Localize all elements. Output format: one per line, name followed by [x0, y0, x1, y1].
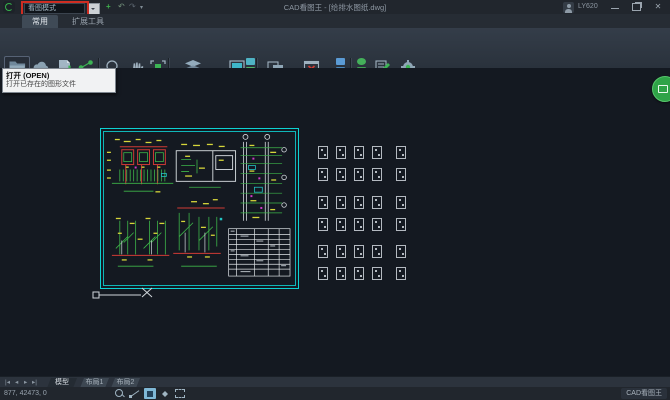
block-symbol	[336, 267, 346, 280]
block-symbol	[372, 218, 382, 231]
title-bar: 看图模式 + ↶ ↷ ▾ CAD看图王 - [给排水图纸.dwg] LY620 …	[0, 0, 670, 15]
block-symbol	[318, 168, 328, 181]
block-symbol	[396, 146, 406, 159]
tooltip-description: 打开已存在的图形文件	[6, 80, 112, 89]
cad-drawing	[102, 130, 291, 281]
cursor-coordinates: 877, 42473, 0	[4, 390, 47, 397]
block-symbol-grid	[318, 146, 410, 282]
user-avatar-icon[interactable]	[563, 2, 574, 13]
minimize-button[interactable]	[606, 0, 624, 14]
app-name-badge[interactable]: CAD看图王	[621, 388, 667, 399]
window-mini-icon[interactable]	[336, 58, 345, 65]
block-symbol	[336, 218, 346, 231]
ucs-axis-icon	[92, 284, 156, 302]
plus-icon[interactable]: +	[106, 2, 111, 12]
block-symbol	[354, 267, 364, 280]
block-symbol	[318, 196, 328, 209]
block-symbol	[354, 218, 364, 231]
drawing-canvas[interactable]	[0, 68, 670, 376]
block-symbol	[372, 146, 382, 159]
zoom-window-icon[interactable]	[114, 388, 126, 399]
tooltip-title: 打开 (OPEN)	[6, 71, 112, 80]
cad-viewer-window: 看图模式 + ↶ ↷ ▾ CAD看图王 - [给排水图纸.dwg] LY620 …	[0, 0, 670, 400]
floating-promo-button[interactable]	[652, 76, 670, 102]
block-symbol	[336, 196, 346, 209]
block-symbol	[318, 146, 328, 159]
zoom-extent-icon[interactable]	[174, 388, 186, 399]
block-symbol	[372, 196, 382, 209]
measure-icon[interactable]	[129, 388, 141, 399]
block-symbol	[354, 168, 364, 181]
block-symbol	[318, 267, 328, 280]
tab-extended-tools[interactable]: 扩展工具	[62, 15, 114, 28]
close-button[interactable]: ✕	[649, 0, 667, 14]
block-symbol	[318, 218, 328, 231]
ribbon-toolbar: 打开 云图 新建 分享 文件 缩放	[0, 28, 670, 69]
view-mode-dropdown[interactable]: 看图模式	[24, 3, 85, 14]
block-symbol	[336, 168, 346, 181]
block-symbol	[396, 196, 406, 209]
pan-icon[interactable]	[159, 388, 171, 399]
app-logo-icon[interactable]	[3, 1, 15, 13]
block-symbol	[372, 245, 382, 258]
block-symbol	[396, 218, 406, 231]
tab-common[interactable]: 常用	[22, 15, 58, 28]
drawing-viewport[interactable]	[100, 128, 299, 289]
block-symbol	[396, 267, 406, 280]
user-name[interactable]: LY620	[578, 3, 598, 10]
redo-icon[interactable]: ↷	[129, 2, 136, 12]
selection-icon[interactable]	[144, 388, 156, 399]
layer-mini-icon[interactable]	[246, 58, 255, 65]
ribbon-tab-bar: 常用 扩展工具	[0, 14, 670, 28]
open-tooltip: 打开 (OPEN) 打开已存在的图形文件	[2, 68, 116, 93]
quick-access-caret-icon[interactable]: ▾	[140, 3, 143, 13]
help-mini-icon[interactable]	[357, 58, 366, 65]
block-symbol	[396, 245, 406, 258]
block-symbol	[396, 168, 406, 181]
block-symbol	[354, 196, 364, 209]
block-symbol	[372, 168, 382, 181]
block-symbol	[354, 146, 364, 159]
block-symbol	[372, 267, 382, 280]
block-symbol	[336, 146, 346, 159]
block-symbol	[336, 245, 346, 258]
window-title: CAD看图王 - [给排水图纸.dwg]	[185, 2, 485, 13]
view-tool-icons	[114, 388, 189, 399]
maximize-button[interactable]	[627, 0, 645, 14]
block-symbol	[318, 245, 328, 258]
undo-icon[interactable]: ↶	[118, 2, 125, 12]
status-bar: 877, 42473, 0 CAD看图王	[0, 387, 670, 400]
block-symbol	[354, 245, 364, 258]
